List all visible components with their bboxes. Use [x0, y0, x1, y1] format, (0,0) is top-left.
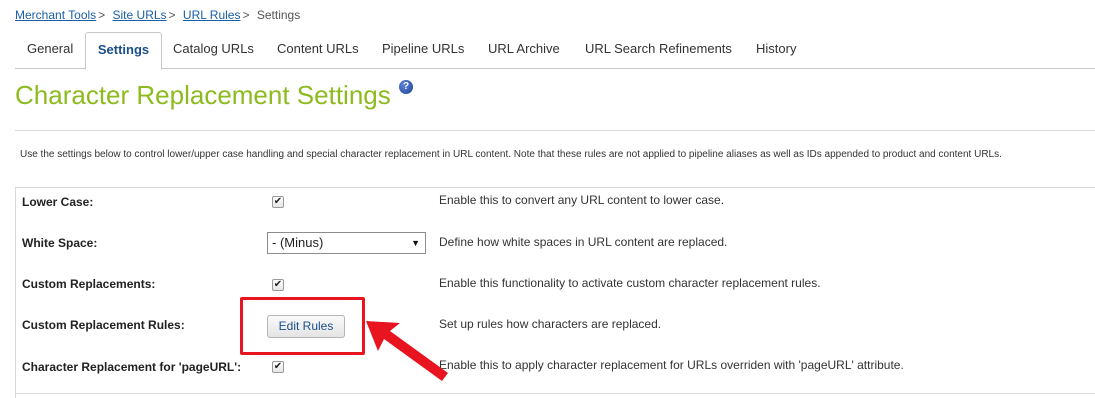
white-space-label: White Space:	[22, 236, 98, 250]
tab-general[interactable]: General	[27, 32, 73, 69]
white-space-description: Define how white spaces in URL content a…	[439, 235, 728, 249]
custom-replacement-rules-description: Set up rules how characters are replaced…	[439, 317, 662, 331]
tab-history[interactable]: History	[756, 32, 796, 69]
breadcrumb-link-site-urls[interactable]: Site URLs	[113, 8, 167, 22]
page-url-checkbox[interactable]: ✔	[272, 361, 284, 373]
page-url-description: Enable this to apply character replaceme…	[439, 358, 904, 372]
custom-replacements-description: Enable this functionality to activate cu…	[439, 276, 821, 290]
breadcrumb-link-url-rules[interactable]: URL Rules	[183, 8, 241, 22]
tab-pipeline-urls[interactable]: Pipeline URLs	[382, 32, 464, 69]
tab-url-search-refinements[interactable]: URL Search Refinements	[585, 32, 732, 69]
breadcrumb-link-merchant-tools[interactable]: Merchant Tools	[15, 8, 96, 22]
breadcrumb-current: Settings	[256, 8, 301, 22]
custom-replacements-label: Custom Replacements:	[22, 277, 156, 291]
divider	[15, 130, 1095, 131]
tab-url-archive[interactable]: URL Archive	[488, 32, 560, 69]
tab-catalog-urls[interactable]: Catalog URLs	[173, 32, 254, 69]
white-space-select-value: - (Minus)	[272, 235, 324, 250]
annotation-arrow-icon	[366, 321, 448, 381]
breadcrumb-separator: >	[242, 8, 250, 22]
table-border	[15, 187, 16, 398]
lower-case-description: Enable this to convert any URL content t…	[439, 193, 725, 207]
tab-content-urls[interactable]: Content URLs	[277, 32, 359, 69]
custom-replacement-rules-label: Custom Replacement Rules:	[22, 318, 185, 332]
page-url-label: Character Replacement for 'pageURL':	[22, 360, 242, 374]
settings-description: Use the settings below to control lower/…	[20, 149, 1002, 160]
chevron-down-icon: ▼	[411, 238, 420, 248]
lower-case-label: Lower Case:	[22, 195, 94, 209]
breadcrumb-separator: >	[168, 8, 176, 22]
breadcrumb-separator: >	[98, 8, 106, 22]
tab-bar: General Settings Catalog URLs Content UR…	[15, 32, 1095, 70]
page-title: Character Replacement Settings	[15, 80, 391, 110]
divider	[15, 187, 1095, 188]
lower-case-checkbox[interactable]: ✔	[272, 196, 284, 208]
white-space-select[interactable]: - (Minus) ▼	[267, 232, 426, 254]
custom-replacements-checkbox[interactable]: ✔	[272, 279, 284, 291]
divider	[15, 393, 1095, 394]
breadcrumb: Merchant Tools > Site URLs > URL Rules > Se…	[15, 8, 300, 22]
edit-rules-button[interactable]: Edit Rules	[267, 315, 345, 338]
help-icon[interactable]: ?	[399, 80, 413, 94]
tab-settings[interactable]: Settings	[85, 32, 162, 70]
